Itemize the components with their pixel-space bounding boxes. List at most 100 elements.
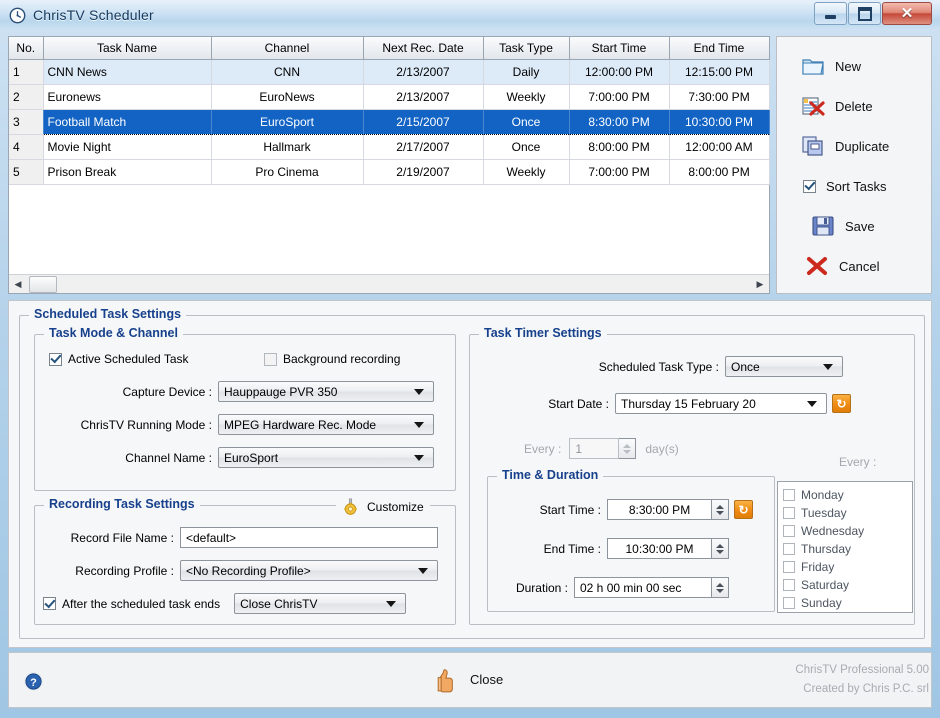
- scrollbar-thumb[interactable]: [29, 275, 57, 293]
- recording-profile-row: Recording Profile : <No Recording Profil…: [49, 560, 451, 581]
- scheduled-task-settings-legend: Scheduled Task Settings: [29, 307, 187, 321]
- column-header-channel[interactable]: Channel: [211, 37, 364, 60]
- column-header-endtime[interactable]: End Time: [669, 37, 770, 60]
- weekday-item-wednesday[interactable]: Wednesday: [783, 522, 912, 540]
- after-task-ends-row: After the scheduled task ends Close Chri…: [43, 593, 407, 614]
- column-header-tasktype[interactable]: Task Type: [483, 37, 570, 60]
- active-scheduled-task-box[interactable]: [49, 352, 62, 366]
- table-row-selected[interactable]: 3 Football Match EuroSport 2/15/2007 Onc…: [9, 109, 770, 135]
- customize-label: Customize: [367, 499, 424, 514]
- column-header-starttime[interactable]: Start Time: [569, 37, 670, 60]
- scroll-right-arrow-icon[interactable]: ▶: [751, 276, 769, 293]
- weekday-item-tuesday[interactable]: Tuesday: [783, 504, 912, 522]
- column-header-taskname[interactable]: Task Name: [43, 37, 212, 60]
- active-scheduled-task-checkbox[interactable]: Active Scheduled Task: [49, 352, 189, 366]
- channel-name-dropdown[interactable]: EuroSport: [218, 447, 434, 468]
- record-file-name-input[interactable]: <default>: [180, 527, 438, 548]
- column-header-no[interactable]: No.: [9, 37, 44, 60]
- close-window-button[interactable]: ✕: [882, 2, 932, 25]
- every-interval-input[interactable]: 1: [569, 438, 620, 459]
- cell-channel: Hallmark: [211, 134, 364, 160]
- horizontal-scrollbar[interactable]: ◀ ▶: [9, 274, 769, 293]
- scrollbar-track[interactable]: [57, 276, 751, 293]
- weekday-checkbox-saturday[interactable]: [783, 579, 795, 591]
- cell-no: 5: [9, 159, 44, 185]
- start-time-spinner[interactable]: [712, 499, 729, 520]
- minimize-button[interactable]: [814, 2, 847, 25]
- scheduled-task-type-dropdown[interactable]: Once: [725, 356, 843, 377]
- start-date-value: Thursday 15 February 20: [621, 396, 756, 411]
- recording-profile-label: Recording Profile :: [75, 563, 174, 578]
- start-time-input[interactable]: 8:30:00 PM: [607, 499, 712, 520]
- start-time-row: Start Time : 8:30:00 PM ↻: [503, 499, 753, 520]
- close-icon: ✕: [900, 5, 914, 22]
- duration-input[interactable]: 02 h 00 min 00 sec: [574, 577, 712, 598]
- cell-tasktype: Weekly: [483, 159, 570, 185]
- table-row[interactable]: 5 Prison Break Pro Cinema 2/19/2007 Week…: [9, 159, 770, 185]
- sort-tasks-checkbox[interactable]: Sort Tasks: [803, 171, 931, 201]
- duplicate-button[interactable]: Duplicate: [801, 131, 931, 161]
- task-actions-toolbar: New Delete Duplicate Sort Tasks Save Can…: [776, 36, 932, 294]
- weekday-item-monday[interactable]: Monday: [783, 486, 912, 504]
- weekday-item-sunday[interactable]: Sunday: [783, 594, 912, 612]
- column-header-nextdate[interactable]: Next Rec. Date: [363, 37, 484, 60]
- clock-icon: [9, 7, 26, 23]
- every-interval-spinner[interactable]: [619, 438, 637, 459]
- save-disk-icon: [812, 216, 834, 236]
- start-date-picker[interactable]: Thursday 15 February 20: [615, 393, 827, 414]
- end-time-input[interactable]: 10:30:00 PM: [607, 538, 712, 559]
- running-mode-dropdown[interactable]: MPEG Hardware Rec. Mode: [218, 414, 434, 435]
- weekday-checkbox-friday[interactable]: [783, 561, 795, 573]
- cell-tasktype: Once: [483, 134, 570, 160]
- task-list-grid[interactable]: No. Task Name Channel Next Rec. Date Tas…: [8, 36, 770, 294]
- sort-tasks-checkbox-box[interactable]: [803, 179, 816, 193]
- weekdays-list[interactable]: Monday Tuesday Wednesday Thursday Friday…: [777, 481, 913, 613]
- delete-icon: [802, 97, 825, 116]
- folder-icon: [802, 59, 824, 75]
- weekday-item-thursday[interactable]: Thursday: [783, 540, 912, 558]
- record-file-name-row: Record File Name : <default>: [49, 527, 451, 548]
- customize-button[interactable]: Customize: [336, 498, 430, 515]
- save-button[interactable]: Save: [811, 211, 931, 241]
- weekday-label-tuesday: Tuesday: [801, 506, 847, 520]
- version-line-1: ChrisTV Professional 5.00: [795, 664, 929, 676]
- recording-profile-dropdown[interactable]: <No Recording Profile>: [180, 560, 438, 581]
- cell-starttime: 7:00:00 PM: [569, 159, 670, 185]
- scheduler-window: ChrisTV Scheduler ✕ No. Task Name Channe…: [0, 0, 940, 718]
- cell-taskname: Movie Night: [43, 134, 212, 160]
- start-date-refresh-button[interactable]: ↻: [832, 394, 851, 413]
- cancel-button[interactable]: Cancel: [805, 251, 931, 281]
- chevron-down-icon: [823, 363, 833, 370]
- scroll-left-arrow-icon[interactable]: ◀: [9, 276, 27, 293]
- background-recording-checkbox[interactable]: Background recording: [264, 352, 400, 366]
- weekday-checkbox-sunday[interactable]: [783, 597, 795, 609]
- help-icon[interactable]: ?: [23, 671, 44, 692]
- weekday-checkbox-wednesday[interactable]: [783, 525, 795, 537]
- duration-spinner[interactable]: [712, 577, 729, 598]
- gear-icon: [344, 498, 357, 515]
- after-task-action-dropdown[interactable]: Close ChrisTV: [234, 593, 407, 614]
- record-file-name-value: <default>: [186, 530, 237, 545]
- capture-device-dropdown[interactable]: Hauppauge PVR 350: [218, 381, 434, 402]
- table-row[interactable]: 2 Euronews EuroNews 2/13/2007 Weekly 7:0…: [9, 84, 770, 110]
- capture-device-row: Capture Device : Hauppauge PVR 350: [94, 381, 439, 402]
- weekday-checkbox-tuesday[interactable]: [783, 507, 795, 519]
- start-time-refresh-button[interactable]: ↻: [734, 500, 753, 519]
- maximize-button[interactable]: [848, 2, 881, 25]
- every-interval-row: Every : 1 day(s): [524, 438, 679, 459]
- delete-button[interactable]: Delete: [801, 91, 931, 121]
- table-row[interactable]: 4 Movie Night Hallmark 2/17/2007 Once 8:…: [9, 134, 770, 160]
- end-time-spinner[interactable]: [712, 538, 729, 559]
- cell-channel: Pro Cinema: [211, 159, 364, 185]
- weekday-item-saturday[interactable]: Saturday: [783, 576, 912, 594]
- weekday-checkbox-monday[interactable]: [783, 489, 795, 501]
- table-row[interactable]: 1 CNN News CNN 2/13/2007 Daily 12:00:00 …: [9, 59, 770, 85]
- new-button[interactable]: New: [801, 51, 931, 81]
- weekday-item-friday[interactable]: Friday: [783, 558, 912, 576]
- background-recording-label: Background recording: [283, 352, 401, 366]
- cell-no: 3: [9, 109, 44, 135]
- close-dialog-button[interactable]: Close: [434, 665, 503, 693]
- background-recording-box[interactable]: [264, 352, 277, 366]
- after-task-ends-checkbox[interactable]: [43, 597, 56, 610]
- weekday-checkbox-thursday[interactable]: [783, 543, 795, 555]
